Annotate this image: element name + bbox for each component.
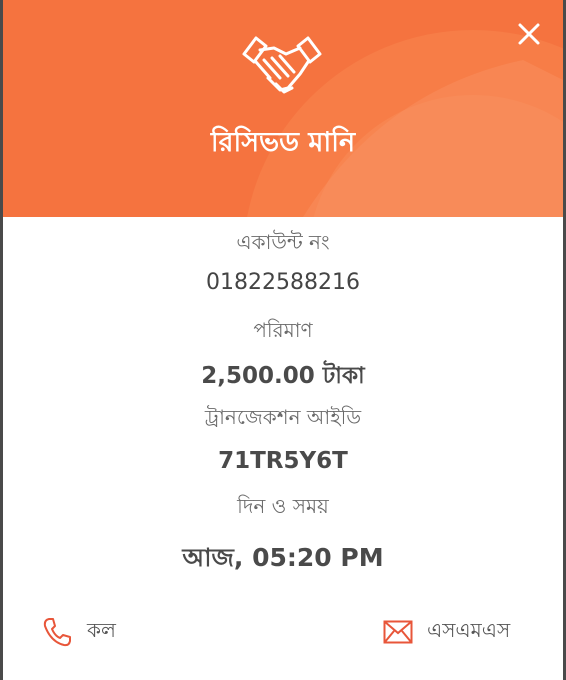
transaction-id-label: ট্রানজেকশন আইডি <box>204 405 362 429</box>
call-label: কল <box>87 617 116 642</box>
envelope-icon <box>383 620 413 644</box>
amount-label: পরিমাণ <box>253 318 313 342</box>
dialog-header: রিসিভড মানি <box>3 0 563 217</box>
sms-label: এসএমএস <box>427 617 511 642</box>
datetime-label: দিন ও সময় <box>237 494 329 518</box>
account-label: একাউন্ট নং <box>236 230 330 254</box>
received-money-dialog: রিসিভড মানি একাউন্ট নং 01822588216 পরিমা… <box>3 0 563 680</box>
phone-icon <box>43 618 71 647</box>
sms-button[interactable]: এসএমএস <box>383 612 510 652</box>
account-value: 01822588216 <box>206 270 360 295</box>
datetime-value: আজ, 05:20 PM <box>182 543 384 572</box>
amount-value: 2,500.00 টাকা <box>201 363 365 389</box>
transaction-id-value: 71TR5Y6T <box>218 448 348 474</box>
call-button[interactable]: কল <box>41 612 116 652</box>
dialog-title: রিসিভড মানি <box>210 127 356 158</box>
close-icon[interactable] <box>515 20 543 48</box>
handshake-icon <box>242 36 322 94</box>
